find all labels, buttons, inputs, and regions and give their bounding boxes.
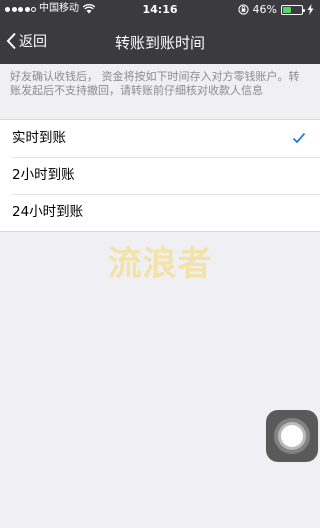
notice-text: 好友确认收钱后， 资金将按如下时间存入对方零钱账户。转账发起后不支持撤回，请转账… (10, 70, 300, 97)
nav-bar: 返回 转账到账时间 (0, 20, 320, 64)
option-realtime[interactable]: 实时到账 (0, 120, 320, 157)
charging-icon (307, 4, 314, 15)
option-label: 实时到账 (12, 130, 66, 146)
battery-icon (281, 4, 305, 15)
option-2-hours[interactable]: 2小时到账 (0, 157, 320, 194)
battery-fill (283, 6, 292, 13)
top-bar: 中国移动 14:16 46% 返回 转账到账时间 (0, 0, 320, 64)
watermark-text: 流浪者 (107, 244, 213, 284)
battery-percent: 46% (252, 3, 277, 16)
status-bar: 中国移动 14:16 46% (0, 0, 320, 20)
checkmark-icon (292, 132, 306, 144)
arrival-time-options: 实时到账 2小时到账 24小时到账 (0, 119, 320, 232)
option-label: 24小时到账 (12, 204, 84, 220)
status-right: 46% (237, 3, 314, 16)
assistive-touch-button[interactable] (266, 410, 318, 462)
option-label: 2小时到账 (12, 167, 75, 183)
page-title: 转账到账时间 (114, 34, 205, 52)
option-24-hours[interactable]: 24小时到账 (0, 194, 320, 231)
orientation-lock-icon (237, 4, 249, 15)
